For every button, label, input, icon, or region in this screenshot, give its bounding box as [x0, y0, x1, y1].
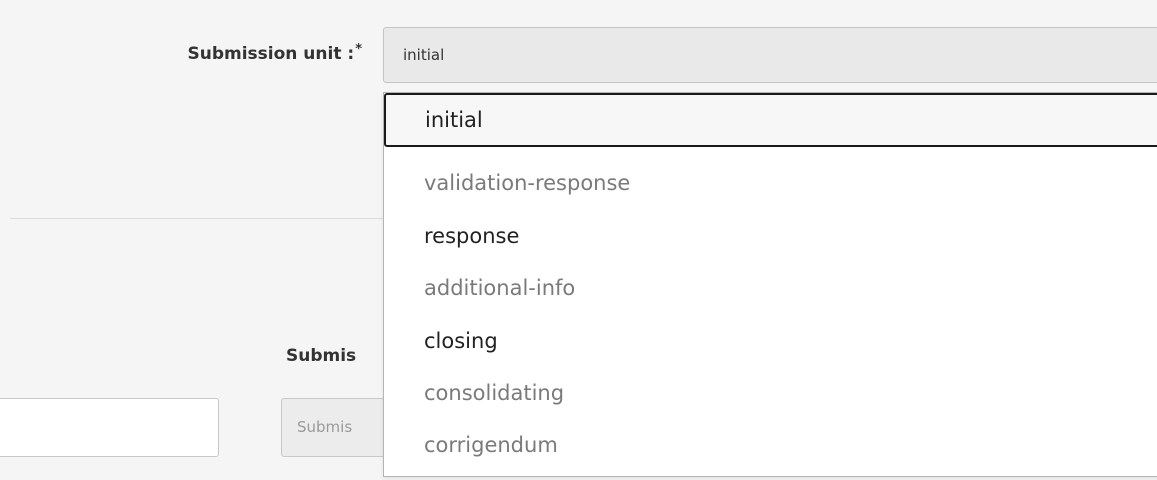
dropdown-option-response[interactable]: response	[384, 209, 1157, 263]
submission-unit-label: Submission unit :*	[187, 42, 362, 64]
submission-unit-label-text: Submission unit :	[187, 44, 355, 64]
required-marker: *	[355, 42, 362, 57]
submission-unit-selected-value: initial	[403, 46, 445, 64]
dropdown-option-validation-response[interactable]: validation-response	[384, 156, 1157, 210]
submission-unit-dropdown: initial validation-response response add…	[383, 92, 1157, 477]
submission-input-placeholder: Submis	[297, 418, 353, 436]
submission-field-label: Submis	[286, 346, 357, 366]
section-divider	[10, 218, 390, 219]
text-input[interactable]	[0, 398, 219, 457]
dropdown-option-consolidating[interactable]: consolidating	[384, 366, 1157, 420]
dropdown-option-additional-info[interactable]: additional-info	[384, 261, 1157, 315]
dropdown-option-initial[interactable]: initial	[384, 93, 1157, 147]
submission-unit-select[interactable]: initial	[383, 27, 1157, 83]
dropdown-option-closing[interactable]: closing	[384, 314, 1157, 368]
dropdown-option-corrigendum[interactable]: corrigendum	[384, 418, 1157, 472]
